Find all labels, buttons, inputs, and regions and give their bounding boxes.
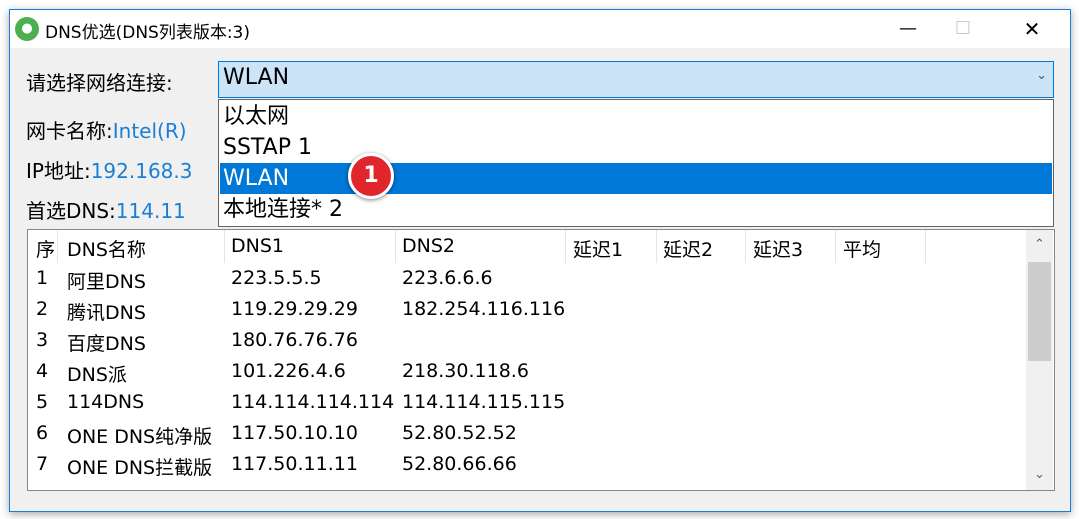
row-dns2: 218.30.118.6: [402, 360, 529, 382]
row-index: 4: [36, 360, 49, 382]
row-index: 3: [36, 329, 49, 351]
adapter-name-label: 网卡名称:: [26, 119, 113, 143]
header-latency2[interactable]: 延迟2: [663, 235, 713, 262]
ip-address-label: IP地址:: [26, 159, 91, 183]
header-latency3[interactable]: 延迟3: [753, 235, 803, 262]
scroll-up-arrow-icon[interactable]: ⌃: [1026, 230, 1053, 260]
title-bar[interactable]: ● DNS优选(DNS列表版本:3) — ☐ ✕: [10, 10, 1070, 48]
table-row[interactable]: 1 阿里DNS 223.5.5.5 223.6.6.6: [28, 263, 1028, 294]
chevron-down-icon[interactable]: ⌄: [1036, 68, 1047, 83]
option-ethernet[interactable]: 以太网: [220, 101, 1052, 132]
connection-select[interactable]: WLAN ⌄: [218, 61, 1054, 98]
header-average[interactable]: 平均: [843, 235, 881, 262]
option-wlan[interactable]: WLAN: [220, 163, 1052, 194]
table-row[interactable]: 6 ONE DNS纯净版 117.50.10.10 52.80.52.52: [28, 418, 1028, 449]
preferred-dns-row: 首选DNS:114.11: [26, 195, 186, 224]
adapter-name-value: Intel(R): [112, 119, 187, 143]
row-dns-name: 114DNS: [67, 391, 145, 413]
ip-address-value: 192.168.3: [90, 159, 193, 183]
row-dns1: 101.226.4.6: [231, 360, 346, 382]
header-dns-name[interactable]: DNS名称: [67, 235, 146, 262]
row-index: 1: [36, 267, 49, 289]
row-index: 6: [36, 422, 49, 444]
table-header: 序 DNS名称 DNS1 DNS2 延迟1 延迟2 延迟3 平均: [28, 230, 1028, 263]
maximize-button[interactable]: ☐: [940, 10, 986, 48]
close-button[interactable]: ✕: [1009, 10, 1055, 48]
scrollbar-thumb[interactable]: [1028, 262, 1051, 361]
row-dns1: 180.76.76.76: [231, 329, 358, 351]
connection-label: 请选择网络连接:: [26, 71, 173, 95]
connection-selected-value: WLAN: [223, 65, 290, 90]
row-dns-name: ONE DNS拦截版: [67, 457, 213, 479]
row-dns2: 52.80.66.66: [402, 453, 517, 475]
row-dns1: 223.5.5.5: [231, 267, 322, 289]
table-row[interactable]: 5 114DNS 114.114.114.114 114.114.115.115: [28, 387, 1028, 418]
row-dns2: 182.254.116.116: [402, 298, 566, 320]
scroll-down-arrow-icon[interactable]: ⌄: [1026, 460, 1053, 490]
vertical-scrollbar[interactable]: ⌃ ⌄: [1026, 230, 1053, 490]
table-row[interactable]: 4 DNS派 101.226.4.6 218.30.118.6: [28, 356, 1028, 387]
ip-address-row: IP地址:192.168.3: [26, 155, 193, 184]
row-dns1: 119.29.29.29: [231, 298, 358, 320]
row-dns-name: 阿里DNS: [67, 271, 146, 293]
header-dns1[interactable]: DNS1: [231, 235, 284, 257]
row-dns1: 114.114.114.114: [231, 391, 395, 413]
option-sstap[interactable]: SSTAP 1: [220, 132, 1052, 163]
annotation-badge: 1: [348, 153, 394, 199]
row-dns2: 223.6.6.6: [402, 267, 493, 289]
row-dns-name: 腾讯DNS: [67, 302, 146, 324]
chat-bubble-icon: ●: [15, 17, 39, 41]
row-index: 2: [36, 298, 49, 320]
header-dns2[interactable]: DNS2: [402, 235, 455, 257]
dns-list-table[interactable]: 序 DNS名称 DNS1 DNS2 延迟1 延迟2 延迟3 平均 1 阿里DNS…: [27, 229, 1055, 491]
table-row[interactable]: 7 ONE DNS拦截版 117.50.11.11 52.80.66.66: [28, 449, 1028, 480]
row-dns-name: ONE DNS纯净版: [67, 426, 213, 448]
preferred-dns-value: 114.11: [115, 199, 186, 223]
row-index: 7: [36, 453, 49, 475]
preferred-dns-label: 首选DNS:: [26, 199, 116, 223]
row-dns2: 52.80.52.52: [402, 422, 517, 444]
row-dns-name: 百度DNS: [67, 333, 146, 355]
adapter-name-row: 网卡名称:Intel(R): [26, 115, 187, 144]
minimize-button[interactable]: —: [885, 10, 931, 48]
row-dns1: 117.50.11.11: [231, 453, 358, 475]
dns-optimizer-window: ● DNS优选(DNS列表版本:3) — ☐ ✕ 请选择网络连接: WLAN ⌄…: [9, 9, 1071, 512]
option-local-connection[interactable]: 本地连接* 2: [220, 194, 1052, 225]
header-index[interactable]: 序: [36, 235, 55, 262]
table-row[interactable]: 2 腾讯DNS 119.29.29.29 182.254.116.116: [28, 294, 1028, 325]
row-index: 5: [36, 391, 49, 413]
table-row[interactable]: 3 百度DNS 180.76.76.76: [28, 325, 1028, 356]
window-title: DNS优选(DNS列表版本:3): [45, 23, 251, 43]
row-dns-name: DNS派: [67, 364, 127, 386]
row-dns2: 114.114.115.115: [402, 391, 566, 413]
header-latency1[interactable]: 延迟1: [573, 235, 623, 262]
connection-dropdown-list[interactable]: 以太网 SSTAP 1 WLAN 本地连接* 2: [218, 99, 1054, 227]
row-dns1: 117.50.10.10: [231, 422, 358, 444]
